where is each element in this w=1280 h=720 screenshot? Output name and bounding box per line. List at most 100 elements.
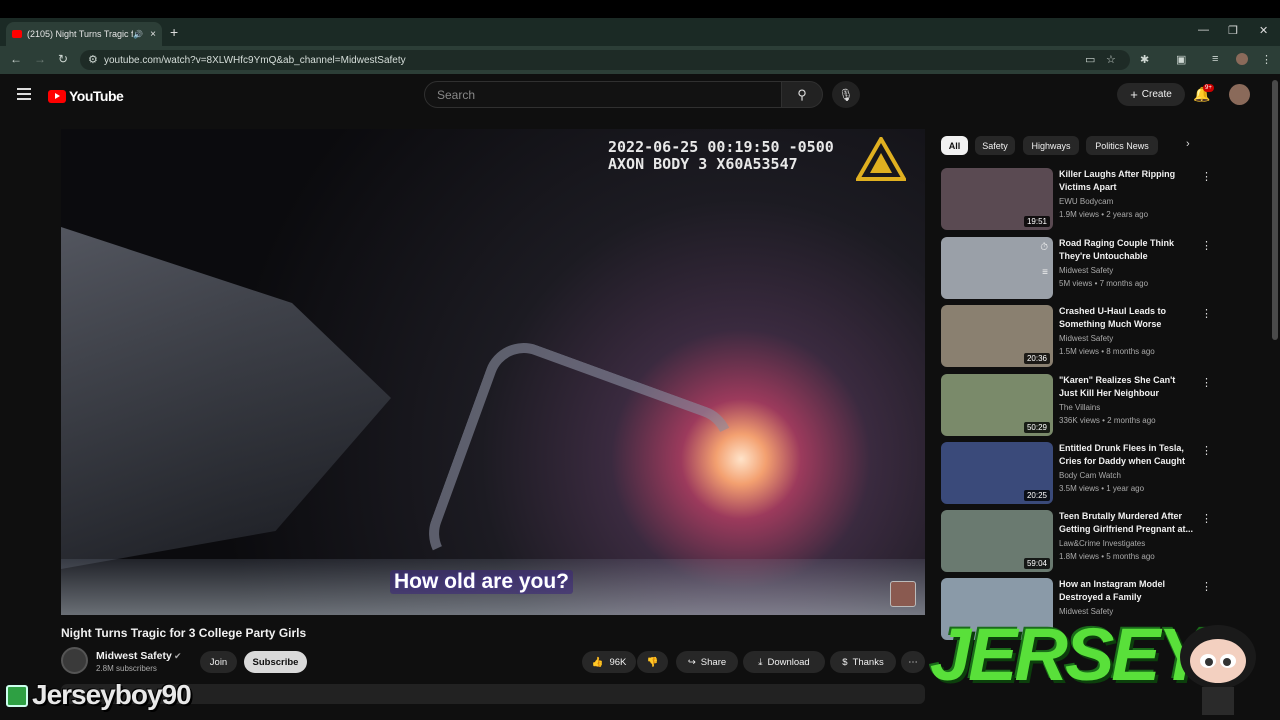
page-scrollbar[interactable]: [1272, 80, 1278, 340]
microphone-icon: 🎙: [838, 87, 854, 102]
site-info-icon[interactable]: ⚙: [88, 53, 98, 66]
youtube-favicon-icon: [12, 30, 22, 38]
thumbs-down-icon: 👎: [646, 656, 659, 668]
duration-badge: 20:25: [1023, 490, 1050, 501]
download-label: Download: [767, 656, 810, 668]
recommendation-title[interactable]: "Karen" Realizes She Can't Just Kill Her…: [1059, 374, 1195, 400]
back-icon[interactable]: ←: [10, 52, 22, 66]
chip-highways[interactable]: Highways: [1023, 136, 1079, 155]
video-player[interactable]: 2022-06-25 00:19:50 -0500 AXON BODY 3 X60…: [61, 129, 925, 615]
browser-menu-icon[interactable]: ⋮: [1261, 53, 1272, 66]
like-count: 96K: [609, 656, 627, 668]
recommendation-channel[interactable]: Law&Crime Investigates: [1059, 539, 1145, 548]
download-button[interactable]: ⤓ Download: [743, 651, 825, 673]
media-icon[interactable]: ≡: [1212, 53, 1218, 65]
create-label: Create: [1141, 89, 1172, 100]
recommendation-item[interactable]: 50:29 "Karen" Realizes She Can't Just Ki…: [941, 374, 1221, 436]
recommendation-item[interactable]: 20:36 Crashed U-Haul Leads to Something …: [941, 305, 1221, 367]
youtube-wordmark: YouTube: [69, 88, 124, 104]
subscribe-button[interactable]: Subscribe: [244, 651, 307, 673]
minimize-button[interactable]: —: [1198, 24, 1209, 36]
channel-watermark-icon[interactable]: [890, 581, 916, 607]
share-button[interactable]: ↪ Share: [676, 651, 738, 673]
create-button[interactable]: + Create: [1117, 83, 1185, 106]
recommendation-channel[interactable]: Midwest Safety: [1059, 334, 1113, 343]
more-options-icon[interactable]: ⋮: [1201, 376, 1212, 389]
duration-badge: 59:04: [1023, 558, 1050, 569]
reload-icon[interactable]: ↻: [58, 52, 68, 66]
install-icon[interactable]: ▭: [1085, 53, 1095, 66]
profile-avatar-icon[interactable]: [1236, 53, 1248, 65]
notification-count-badge: 9+: [1203, 84, 1214, 92]
youtube-logo[interactable]: YouTube: [48, 88, 124, 104]
account-avatar[interactable]: [1229, 84, 1250, 105]
recommendation-item[interactable]: 20:25 Entitled Drunk Flees in Tesla, Cri…: [941, 442, 1221, 504]
share-icon: ↪: [687, 656, 696, 668]
recommendation-channel[interactable]: EWU Bodycam: [1059, 197, 1113, 206]
streamer-tag-overlay: Jerseyboy90: [4, 677, 248, 712]
chip-all[interactable]: All: [941, 136, 968, 155]
recommendation-title[interactable]: Entitled Drunk Flees in Tesla, Cries for…: [1059, 442, 1195, 468]
thanks-button[interactable]: $ Thanks: [830, 651, 896, 673]
url-text: youtube.com/watch?v=8XLWHfc9YmQ&ab_chann…: [104, 54, 406, 66]
bodycam-timestamp: 2022-06-25 00:19:50 -0500 AXON BODY 3 X60…: [608, 139, 834, 173]
video-thumbnail[interactable]: 20:25: [941, 442, 1053, 504]
recommendation-meta: 3.5M views • 1 year ago: [1059, 484, 1145, 493]
extensions-icon[interactable]: ✱: [1140, 53, 1149, 66]
forward-icon[interactable]: →: [34, 52, 46, 66]
video-thumbnail[interactable]: ⏱ ≡: [941, 237, 1053, 299]
url-field[interactable]: youtube.com/watch?v=8XLWHfc9YmQ&ab_chann…: [80, 50, 1130, 70]
streamer-tag-text: Jerseyboy90: [32, 679, 192, 710]
youtube-play-icon: [48, 89, 66, 103]
new-tab-button[interactable]: +: [170, 24, 178, 40]
video-thumbnail[interactable]: 50:29: [941, 374, 1053, 436]
chip-politics-news[interactable]: Politics News: [1086, 136, 1158, 155]
dislike-button[interactable]: 👎: [637, 651, 668, 673]
share-label: Share: [700, 656, 727, 668]
more-options-icon[interactable]: ⋮: [1201, 170, 1212, 183]
recommendation-channel[interactable]: The Villains: [1059, 403, 1100, 412]
more-options-icon[interactable]: ⋮: [1201, 580, 1212, 593]
chevron-right-icon[interactable]: ›: [1186, 138, 1190, 150]
tab-close-icon[interactable]: ×: [150, 29, 156, 40]
recommendation-item[interactable]: 59:04 Teen Brutally Murdered After Getti…: [941, 510, 1221, 572]
search-button[interactable]: ⚲: [781, 81, 823, 108]
recommendation-title[interactable]: How an Instagram Model Destroyed a Famil…: [1059, 578, 1195, 604]
video-thumbnail[interactable]: 59:04: [941, 510, 1053, 572]
recommendation-title[interactable]: Killer Laughs After Ripping Victims Apar…: [1059, 168, 1195, 194]
recommendation-meta: 1.5M views • 8 months ago: [1059, 347, 1155, 356]
recommendation-title[interactable]: Teen Brutally Murdered After Getting Gir…: [1059, 510, 1195, 536]
video-thumbnail[interactable]: 20:36: [941, 305, 1053, 367]
more-options-icon[interactable]: ⋮: [1201, 239, 1212, 252]
recommendation-item[interactable]: 19:51 Killer Laughs After Ripping Victim…: [941, 168, 1221, 230]
close-window-button[interactable]: ✕: [1259, 24, 1268, 37]
maximize-button[interactable]: ❐: [1228, 24, 1238, 37]
hamburger-menu-icon[interactable]: [17, 88, 31, 100]
search-input[interactable]: Search: [424, 81, 782, 108]
sidebar-icon[interactable]: ▣: [1176, 53, 1186, 66]
more-actions-button[interactable]: ⋯: [901, 651, 925, 673]
more-options-icon[interactable]: ⋮: [1201, 307, 1212, 320]
recommendation-title[interactable]: Road Raging Couple Think They're Untouch…: [1059, 237, 1195, 263]
add-to-queue-icon[interactable]: ≡: [1042, 267, 1048, 278]
bookmark-star-icon[interactable]: ☆: [1106, 53, 1116, 66]
recommendation-item[interactable]: ⏱ ≡ Road Raging Couple Think They're Unt…: [941, 237, 1221, 299]
browser-tab[interactable]: (2105) Night Turns Tragic fo 🔊 ×: [6, 22, 162, 46]
watch-later-icon[interactable]: ⏱: [1040, 242, 1048, 253]
more-options-icon[interactable]: ⋮: [1201, 512, 1212, 525]
subscriber-count: 2.8M subscribers: [96, 664, 157, 673]
recommendation-channel[interactable]: Body Cam Watch: [1059, 471, 1121, 480]
recommendation-title[interactable]: Crashed U-Haul Leads to Something Much W…: [1059, 305, 1195, 331]
channel-name[interactable]: Midwest Safety: [96, 650, 172, 662]
duration-badge: 50:29: [1023, 422, 1050, 433]
chip-safety[interactable]: Safety: [975, 136, 1015, 155]
join-button[interactable]: Join: [200, 651, 237, 673]
voice-search-button[interactable]: 🎙: [832, 81, 860, 108]
thumbs-up-icon: 👍: [591, 656, 604, 668]
thanks-icon: $: [842, 656, 848, 668]
channel-avatar[interactable]: [61, 647, 88, 674]
recommendation-channel[interactable]: Midwest Safety: [1059, 266, 1113, 275]
video-thumbnail[interactable]: 19:51: [941, 168, 1053, 230]
like-button[interactable]: 👍 96K: [582, 651, 636, 673]
more-options-icon[interactable]: ⋮: [1201, 444, 1212, 457]
